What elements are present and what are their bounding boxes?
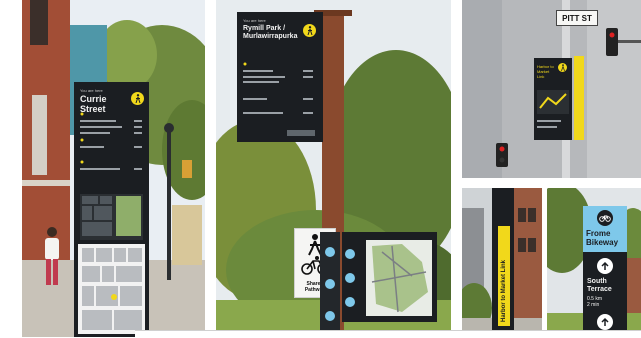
arrow-up-icon-lower: [597, 314, 613, 330]
street-name-sign: PITT ST: [556, 10, 598, 26]
destination-text: South Terrace: [587, 278, 612, 293]
sign-directory-lines: [78, 112, 145, 334]
photo-pitt-street: PITT ST Harbor to Market Link: [462, 0, 641, 178]
park-map-board: [342, 232, 437, 322]
harbor-market-sign: Harbor to Market Link: [534, 58, 572, 140]
wayfinding-totem: You are here Currie Street: [74, 82, 149, 337]
yellow-vertical-blade: Harbor to Market Link: [498, 226, 510, 326]
frome-title: Frome Bikeway: [586, 229, 619, 247]
park-map: [345, 240, 432, 316]
photo-currie-street: You are here Currie Street: [22, 0, 205, 337]
photo-frome-bikeway: Frome Bikeway South Terrace 0.5 km 2 min: [547, 188, 641, 337]
arrow-up-icon: [597, 258, 613, 274]
bicycle-icon: [597, 210, 613, 226]
rymill-park-sign: You are here Rymill Park / Murlawirrapur…: [237, 12, 323, 142]
photo-harbor-market-blade: Harbor to Market Link: [462, 188, 542, 337]
yellow-side-blade: [574, 56, 584, 140]
sign-directory-lines: [243, 62, 315, 136]
time-text: 2 min: [587, 302, 600, 308]
frome-bikeway-sign: Frome Bikeway South Terrace 0.5 km 2 min: [583, 206, 627, 337]
frome-header: Frome Bikeway: [583, 206, 627, 252]
narrow-direction-strip: [320, 232, 340, 337]
street-name-text: PITT ST: [562, 13, 592, 23]
photo-rymill-park: You are here Rymill Park / Murlawirrapur…: [216, 0, 451, 337]
vertical-blade-text: Harbor to Market Link: [501, 259, 507, 322]
